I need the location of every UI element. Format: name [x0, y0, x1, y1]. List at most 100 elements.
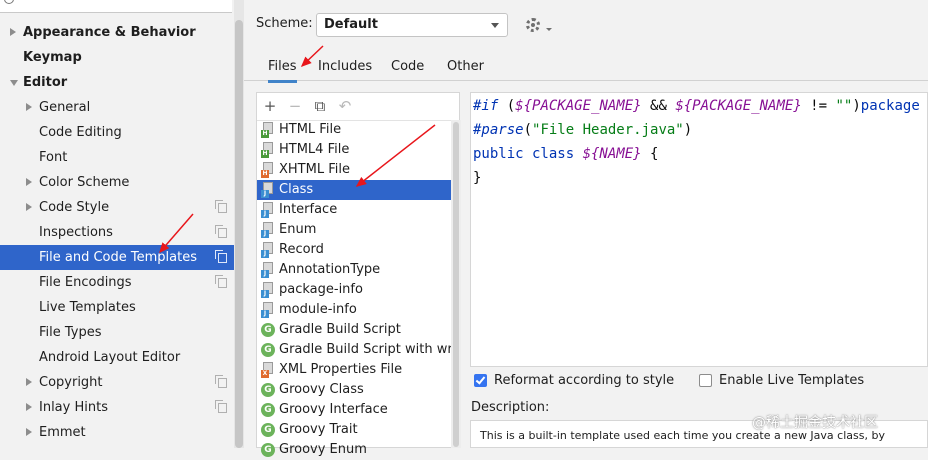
template-list-item[interactable]: Jpackage-info: [257, 280, 451, 300]
sidebar-item-live-templates[interactable]: Live Templates: [0, 295, 244, 320]
scheme-label: Scheme:: [256, 16, 313, 31]
template-list-item[interactable]: J Class: [257, 180, 451, 200]
code-token: #if: [473, 98, 499, 114]
project-scope-icon: [215, 400, 227, 413]
template-list-item[interactable]: G Groovy Interface: [257, 400, 451, 420]
java-file-icon: J: [261, 282, 275, 298]
tab-other[interactable]: Other: [447, 56, 484, 80]
template-list-scroll-thumb[interactable]: [453, 122, 459, 447]
copy-template-button[interactable]: ⧉: [312, 97, 328, 115]
template-list-item[interactable]: J Enum: [257, 220, 451, 240]
code-line: #if (${PACKAGE_NAME} && ${PACKAGE_NAME} …: [473, 94, 920, 118]
template-list-item[interactable]: Jmodule-info: [257, 300, 451, 320]
code-line: }: [473, 166, 481, 190]
description-label: Description:: [471, 400, 550, 415]
template-list-item-label: Interface: [279, 202, 338, 217]
scheme-value: Default: [324, 17, 378, 32]
template-list-item-label: XML Properties File: [279, 362, 403, 377]
template-list-item-label: XHTML File: [279, 162, 350, 177]
java-enum-icon: J: [261, 222, 275, 238]
tab-code[interactable]: Code: [391, 56, 424, 80]
code-token: !=: [801, 98, 836, 114]
chevron-right-icon[interactable]: [26, 103, 32, 111]
template-list-item[interactable]: H HTML File: [257, 120, 451, 140]
code-token: public class: [473, 146, 583, 162]
sidebar-item-font[interactable]: Font: [0, 145, 244, 170]
project-scope-icon: [215, 225, 227, 238]
sidebar-item-label: Color Scheme: [39, 175, 130, 190]
sidebar-item-color-scheme[interactable]: Color Scheme: [0, 170, 244, 195]
template-list-item[interactable]: G Gradle Build Script: [257, 320, 451, 340]
code-token: &&: [641, 98, 676, 114]
code-token: #parse: [473, 122, 524, 138]
template-list-item[interactable]: H HTML4 File: [257, 140, 451, 160]
xhtml-file-icon: H: [261, 162, 275, 178]
code-token: package: [860, 98, 920, 114]
xml-file-icon: X: [261, 362, 275, 378]
sidebar-item-label: Appearance & Behavior: [23, 25, 196, 40]
sidebar-item-inlay-hints[interactable]: Inlay Hints: [0, 395, 244, 420]
reformat-label[interactable]: Reformat according to style: [494, 373, 674, 388]
template-list-item[interactable]: G Gradle Build Script with wrappe: [257, 340, 451, 360]
template-list-item[interactable]: X XML Properties File: [257, 360, 451, 380]
sidebar-scroll-thumb[interactable]: [235, 20, 243, 448]
sidebar-item-file-and-code-templates[interactable]: File and Code Templates: [0, 245, 234, 270]
html-file-icon: H: [261, 142, 275, 158]
chevron-down-icon[interactable]: [10, 80, 18, 86]
template-list-panel: + − ⧉ ↶ H HTML File H HTML4 File H XHTML File…: [256, 92, 461, 457]
chevron-right-icon[interactable]: [26, 403, 32, 411]
sidebar-item-file-types[interactable]: File Types: [0, 320, 244, 345]
sidebar-item-emmet[interactable]: Emmet: [0, 420, 244, 445]
template-list-item-label: HTML File: [279, 122, 342, 137]
chevron-down-icon: [491, 23, 499, 28]
sidebar-item-code-editing[interactable]: Code Editing: [0, 120, 244, 145]
template-list-item[interactable]: G Groovy Trait: [257, 420, 451, 440]
java-annotation-icon: J: [261, 262, 275, 278]
chevron-right-icon[interactable]: [26, 203, 32, 211]
template-list-item[interactable]: J AnnotationType: [257, 260, 451, 280]
chevron-right-icon[interactable]: [26, 178, 32, 186]
sidebar-item-code-style[interactable]: Code Style: [0, 195, 244, 220]
sidebar-item-file-encodings[interactable]: File Encodings: [0, 270, 244, 295]
sidebar-item-general[interactable]: General: [0, 95, 244, 120]
sidebar-item-keymap[interactable]: Keymap: [0, 45, 244, 70]
sidebar-item-label: Inlay Hints: [39, 400, 108, 415]
sidebar-item-label: Editor: [23, 75, 68, 90]
sidebar-item-inspections[interactable]: Inspections: [0, 220, 244, 245]
template-list-item-label: Groovy Interface: [279, 402, 388, 417]
code-token: "": [835, 98, 853, 114]
template-list-item[interactable]: J Interface: [257, 200, 451, 220]
sidebar-item-appearance-behavior[interactable]: Appearance & Behavior: [0, 20, 244, 45]
live-templates-label[interactable]: Enable Live Templates: [719, 373, 864, 388]
template-list-item-label: AnnotationType: [279, 262, 381, 277]
project-scope-icon: [215, 375, 227, 388]
chevron-right-icon[interactable]: [10, 28, 16, 36]
template-list-item[interactable]: J Record: [257, 240, 451, 260]
scheme-dropdown[interactable]: Default: [316, 13, 508, 37]
template-code-editor[interactable]: #if (${PACKAGE_NAME} && ${PACKAGE_NAME} …: [470, 92, 928, 367]
chevron-right-icon[interactable]: [26, 428, 32, 436]
sidebar-item-android-layout-editor[interactable]: Android Layout Editor: [0, 345, 244, 370]
reformat-checkbox[interactable]: [474, 374, 487, 387]
remove-template-button[interactable]: −: [287, 97, 303, 115]
code-line: public class ${NAME} {: [473, 142, 658, 166]
sidebar-item-copyright[interactable]: Copyright: [0, 370, 244, 395]
template-list-item[interactable]: G Groovy Enum: [257, 440, 451, 460]
template-list-item-label: Groovy Enum: [279, 442, 367, 457]
java-interface-icon: J: [261, 202, 275, 218]
sidebar-item-label: File and Code Templates: [39, 250, 197, 265]
settings-search-input[interactable]: [0, 0, 232, 13]
template-list-item[interactable]: G Groovy Class: [257, 380, 451, 400]
tab-includes[interactable]: Includes: [318, 56, 372, 80]
sidebar-item-label: Keymap: [23, 50, 82, 65]
chevron-right-icon[interactable]: [26, 378, 32, 386]
search-icon: [4, 0, 14, 4]
project-scope-icon: [215, 250, 227, 263]
live-templates-checkbox[interactable]: [699, 374, 712, 387]
sidebar-item-editor[interactable]: Editor: [0, 70, 244, 95]
template-list-item[interactable]: H XHTML File: [257, 160, 451, 180]
reset-template-button[interactable]: ↶: [337, 97, 353, 115]
add-template-button[interactable]: +: [262, 97, 278, 115]
gear-icon[interactable]: [526, 18, 540, 32]
tab-files[interactable]: Files: [268, 56, 297, 83]
